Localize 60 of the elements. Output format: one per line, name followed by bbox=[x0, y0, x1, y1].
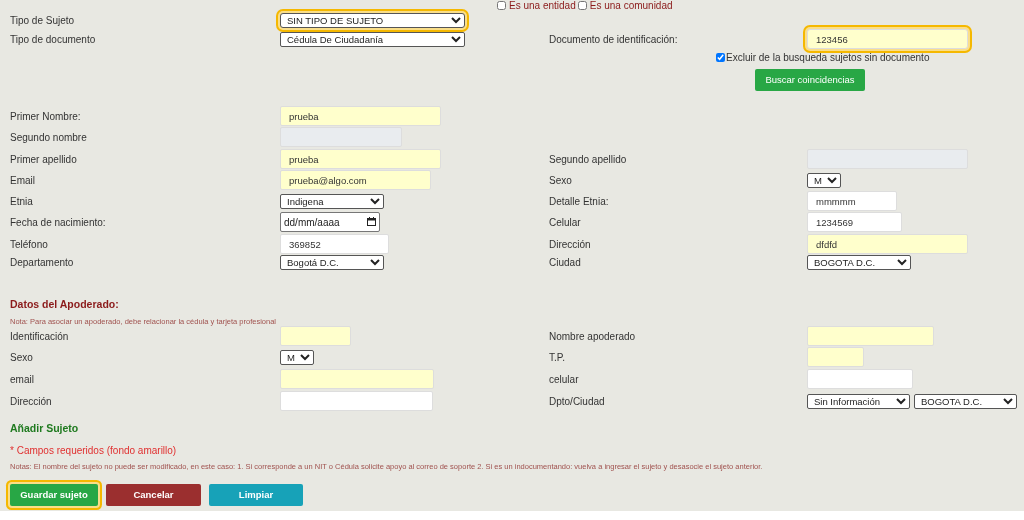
field-label: T.P. bbox=[549, 350, 566, 365]
dropdown[interactable]: Bogotá D.C. bbox=[280, 254, 384, 270]
dropdown[interactable]: BOGOTA D.C. bbox=[807, 254, 911, 270]
input-field[interactable] bbox=[807, 326, 934, 346]
input-field[interactable] bbox=[807, 369, 913, 389]
section-title: Añadir Sujeto bbox=[10, 421, 80, 435]
input-field[interactable]: 369852 bbox=[280, 234, 389, 254]
input-field[interactable]: 1234569 bbox=[807, 212, 902, 232]
field-label: Tipo de Sujeto bbox=[10, 13, 76, 28]
field-label: Ciudad bbox=[549, 255, 582, 270]
field-label: Email bbox=[10, 173, 36, 188]
field-label: Fecha de nacimiento: bbox=[10, 215, 107, 230]
calendar-icon[interactable] bbox=[367, 217, 376, 226]
checkbox[interactable] bbox=[577, 0, 587, 10]
field-label: Dpto/Ciudad bbox=[549, 394, 606, 409]
dropdown[interactable]: SIN TIPO DE SUJETO bbox=[280, 12, 465, 28]
section-title: Datos del Apoderado: bbox=[10, 297, 120, 311]
field-label: Segundo apellido bbox=[549, 152, 628, 167]
input-field[interactable] bbox=[280, 369, 434, 389]
cancel-button[interactable]: Cancelar bbox=[106, 484, 201, 506]
checkbox-label: Es una comunidad bbox=[589, 0, 673, 13]
field-label: Primer Nombre: bbox=[10, 109, 82, 124]
field-label: Nombre apoderado bbox=[549, 329, 637, 344]
field-label: Celular bbox=[549, 215, 582, 230]
input-field[interactable]: 123456 bbox=[807, 29, 968, 49]
field-label: Teléfono bbox=[10, 237, 49, 252]
field-label: email bbox=[10, 372, 35, 387]
field-label: Sexo bbox=[549, 173, 573, 188]
checkbox-label: Es una entidad bbox=[509, 0, 576, 13]
dropdown[interactable]: Sin Información bbox=[807, 393, 910, 409]
field-label: Documento de identificación: bbox=[549, 32, 679, 47]
checkbox-label: Excluir de la busqueda sujetos sin documento bbox=[726, 50, 930, 65]
required-note: * Campos requeridos (fondo amarillo) bbox=[10, 443, 178, 456]
field-label: Departamento bbox=[10, 255, 75, 270]
dropdown[interactable]: M bbox=[280, 349, 314, 365]
dropdown[interactable]: Indigena bbox=[280, 193, 384, 209]
field-label: Segundo nombre bbox=[10, 130, 88, 145]
field-label: Dirección bbox=[10, 394, 53, 409]
checkbox[interactable] bbox=[716, 52, 725, 62]
dropdown[interactable]: Cédula De Ciudadanía bbox=[280, 31, 465, 47]
field-label: Identificación bbox=[10, 329, 70, 344]
input-field[interactable]: prueba bbox=[280, 106, 441, 126]
field-label: Dirección bbox=[549, 237, 592, 252]
input-field[interactable]: prueba@algo.com bbox=[280, 170, 431, 190]
date-field[interactable]: dd/mm/aaaa bbox=[280, 212, 380, 232]
field-label: celular bbox=[549, 372, 580, 387]
field-label: Primer apellido bbox=[10, 152, 78, 167]
field-label: Etnia bbox=[10, 194, 34, 209]
field-label: Tipo de documento bbox=[10, 32, 97, 47]
checkbox[interactable] bbox=[497, 0, 506, 10]
input-field[interactable]: mmmmm bbox=[807, 191, 897, 211]
dropdown[interactable]: M bbox=[807, 172, 841, 188]
field-label: Detalle Etnia: bbox=[549, 194, 610, 209]
input-field[interactable] bbox=[807, 347, 864, 367]
input-field[interactable] bbox=[280, 391, 433, 411]
dropdown[interactable]: BOGOTA D.C. bbox=[914, 393, 1017, 409]
input-field[interactable]: prueba bbox=[280, 149, 441, 169]
input-field[interactable] bbox=[280, 326, 351, 346]
input-field[interactable]: dfdfd bbox=[807, 234, 968, 254]
field-label: Sexo bbox=[10, 350, 34, 365]
